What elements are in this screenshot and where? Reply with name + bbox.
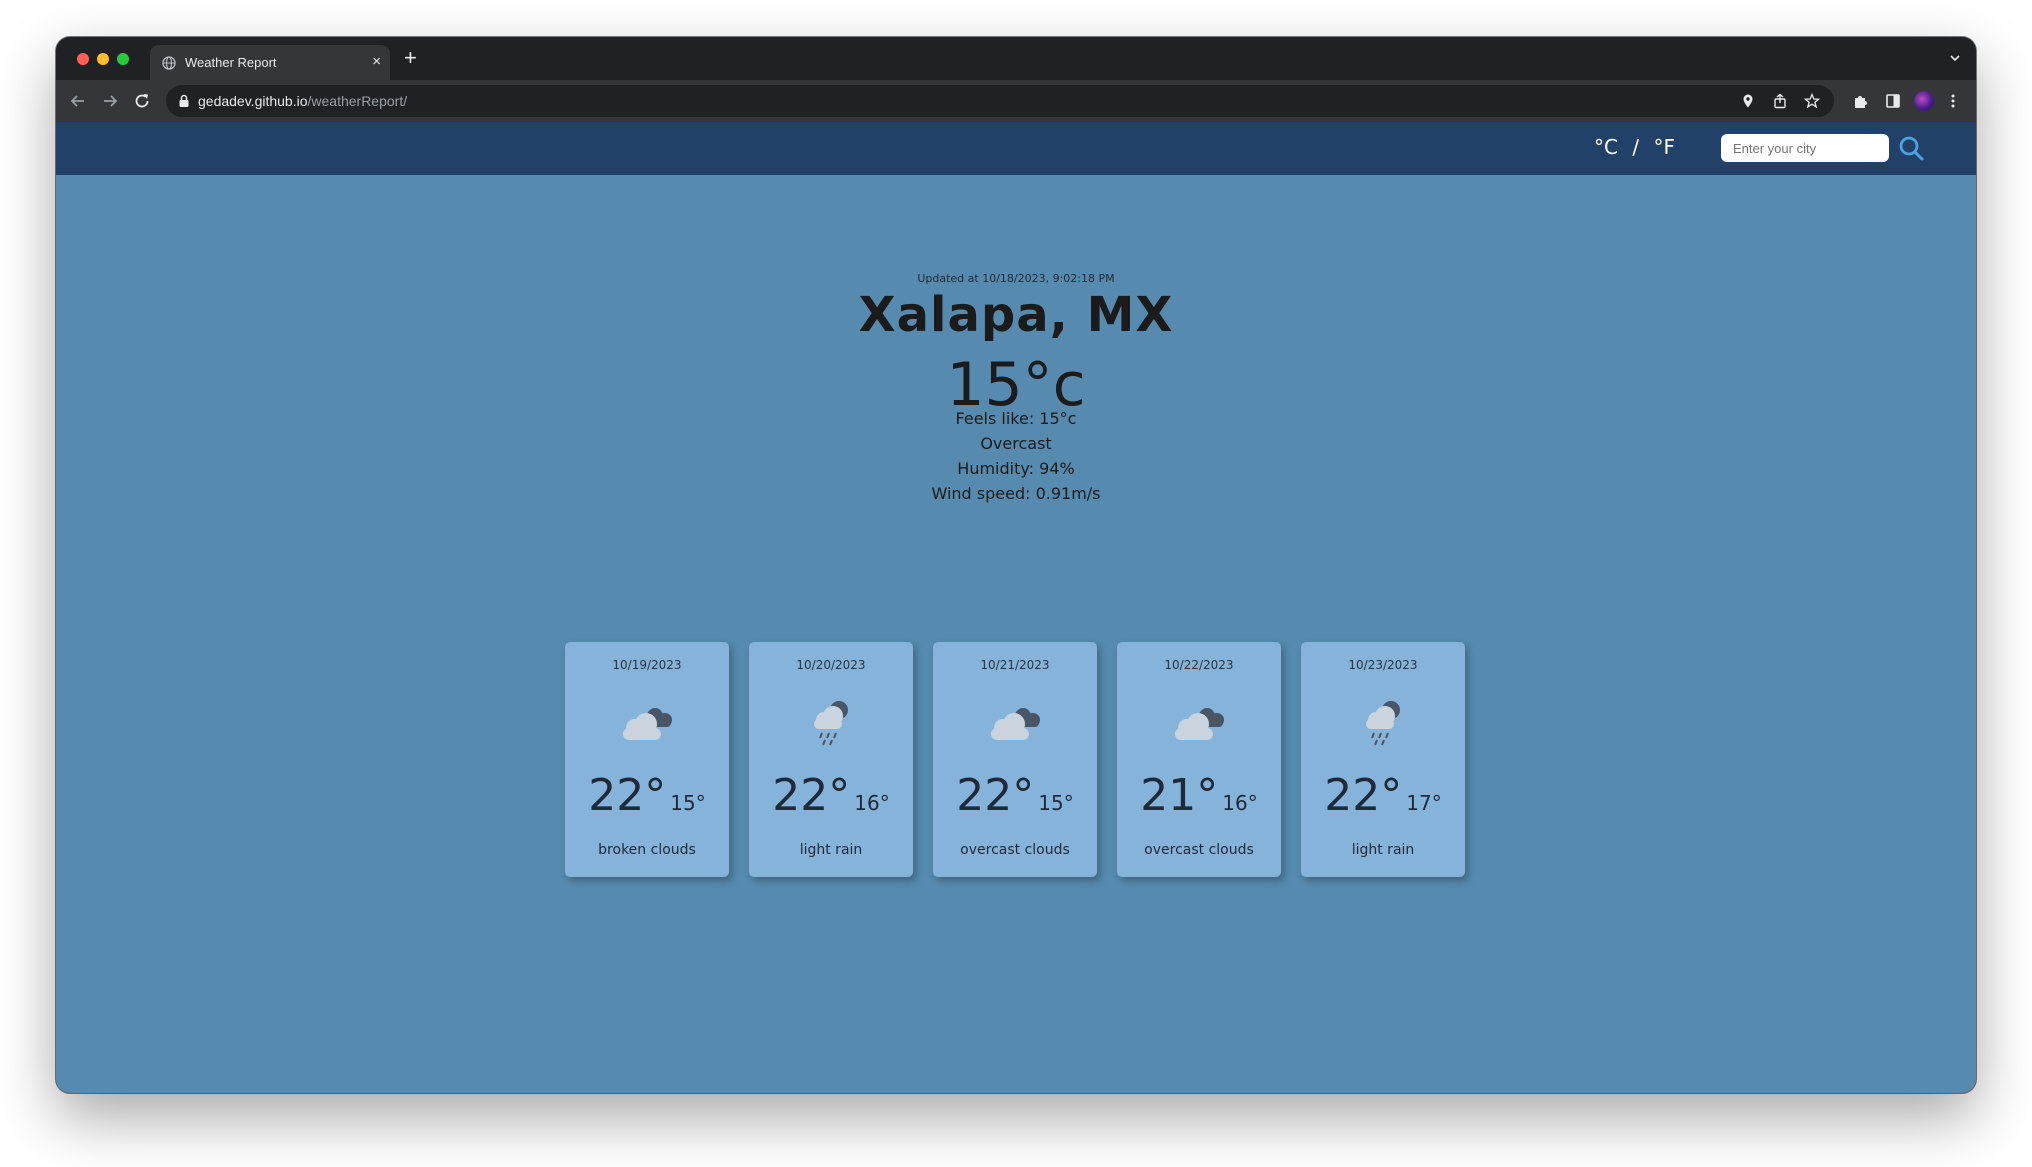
forecast-min: 16° bbox=[1222, 791, 1258, 815]
forecast-max: 21° bbox=[1140, 770, 1219, 821]
forecast-description: broken clouds bbox=[598, 842, 696, 858]
forecast-list: 10/19/2023 22° 15° broken clouds 10/20/20… bbox=[565, 642, 1465, 877]
broken-clouds-icon bbox=[623, 708, 672, 740]
location-pin-icon[interactable] bbox=[1740, 93, 1756, 109]
browser-toolbar: gedadev.github.io/weatherReport/ bbox=[56, 80, 1976, 122]
forecast-date: 10/21/2023 bbox=[980, 658, 1050, 672]
share-icon[interactable] bbox=[1772, 93, 1788, 109]
unit-switch: °C / °F bbox=[1594, 135, 1675, 159]
close-window-button[interactable] bbox=[77, 53, 89, 65]
weather-details: Feels like: 15°c Overcast Humidity: 94% … bbox=[56, 406, 1976, 506]
reload-icon[interactable] bbox=[133, 92, 151, 110]
forecast-date: 10/23/2023 bbox=[1348, 658, 1418, 672]
forward-arrow-icon[interactable] bbox=[101, 92, 119, 110]
forecast-description: overcast clouds bbox=[1144, 842, 1254, 858]
feels-like: Feels like: 15°c bbox=[955, 409, 1077, 428]
forecast-card: 10/19/2023 22° 15° broken clouds bbox=[565, 642, 729, 877]
url-text: gedadev.github.io/weatherReport/ bbox=[198, 93, 407, 109]
new-tab-button[interactable]: + bbox=[404, 46, 417, 70]
tab-close-icon[interactable]: × bbox=[372, 54, 381, 70]
search-icon[interactable] bbox=[1898, 135, 1924, 161]
forecast-card: 10/20/2023 22° 16° light rain bbox=[749, 642, 913, 877]
overcast-clouds-icon bbox=[991, 708, 1040, 740]
forecast-temps: 22° 17° bbox=[1301, 770, 1465, 821]
forecast-date: 10/22/2023 bbox=[1164, 658, 1234, 672]
overcast-clouds-icon bbox=[1175, 708, 1224, 740]
bookmark-star-icon[interactable] bbox=[1804, 93, 1820, 109]
app-header: °C / °F bbox=[56, 122, 1976, 175]
forecast-max: 22° bbox=[956, 770, 1035, 821]
condition: Overcast bbox=[980, 434, 1052, 453]
updated-timestamp: Updated at 10/18/2023, 9:02:18 PM bbox=[917, 272, 1115, 285]
fahrenheit-toggle[interactable]: °F bbox=[1653, 135, 1675, 159]
forecast-max: 22° bbox=[772, 770, 851, 821]
light-rain-icon bbox=[814, 701, 848, 746]
address-bar[interactable]: gedadev.github.io/weatherReport/ bbox=[166, 85, 1834, 117]
forecast-description: light rain bbox=[799, 842, 863, 858]
city-search-input[interactable] bbox=[1721, 134, 1889, 162]
forecast-card: 10/22/2023 21° 16° overcast clouds bbox=[1117, 642, 1281, 877]
forecast-min: 15° bbox=[670, 791, 706, 815]
forecast-temps: 22° 15° bbox=[933, 770, 1097, 821]
forecast-temps: 22° 15° bbox=[565, 770, 729, 821]
forecast-temps: 22° 16° bbox=[749, 770, 913, 821]
city-name: Xalapa, MX bbox=[858, 287, 1174, 343]
browser-window: Weather Report × + gedadev.github.io/wea… bbox=[56, 37, 1976, 1093]
back-arrow-icon[interactable] bbox=[69, 92, 87, 110]
weather-page: °C / °F Updated at 10/18/2023, 9:02:18 P… bbox=[56, 122, 1976, 1093]
humidity: Humidity: 94% bbox=[957, 459, 1075, 478]
forecast-date: 10/19/2023 bbox=[612, 658, 682, 672]
chevron-down-icon[interactable] bbox=[1948, 51, 1962, 65]
forecast-max: 22° bbox=[588, 770, 667, 821]
forecast-description: overcast clouds bbox=[960, 842, 1070, 858]
tab-weather-report[interactable]: Weather Report × bbox=[150, 45, 390, 80]
url-path: /weatherReport/ bbox=[307, 93, 408, 109]
zoom-window-button[interactable] bbox=[117, 53, 129, 65]
globe-icon bbox=[162, 56, 176, 70]
forecast-card: 10/23/2023 22° 17° light rain bbox=[1301, 642, 1465, 877]
lock-icon bbox=[179, 94, 189, 107]
tab-title: Weather Report bbox=[185, 55, 277, 70]
url-host: gedadev.github.io bbox=[198, 93, 308, 109]
tab-strip: Weather Report × + bbox=[56, 37, 1976, 80]
side-panel-icon[interactable] bbox=[1884, 92, 1902, 110]
light-rain-icon bbox=[1366, 701, 1400, 746]
forecast-min: 15° bbox=[1038, 791, 1074, 815]
profile-avatar[interactable] bbox=[1914, 91, 1934, 111]
forecast-min: 16° bbox=[854, 791, 890, 815]
more-menu-icon[interactable] bbox=[1944, 92, 1962, 110]
celsius-toggle[interactable]: °C bbox=[1594, 135, 1618, 159]
forecast-date: 10/20/2023 bbox=[796, 658, 866, 672]
forecast-min: 17° bbox=[1406, 791, 1442, 815]
unit-separator: / bbox=[1632, 135, 1640, 159]
minimize-window-button[interactable] bbox=[97, 53, 109, 65]
forecast-temps: 21° 16° bbox=[1117, 770, 1281, 821]
forecast-card: 10/21/2023 22° 15° overcast clouds bbox=[933, 642, 1097, 877]
wind-speed: Wind speed: 0.91m/s bbox=[931, 484, 1101, 503]
forecast-max: 22° bbox=[1324, 770, 1403, 821]
forecast-description: light rain bbox=[1351, 842, 1415, 858]
extensions-puzzle-icon[interactable] bbox=[1852, 92, 1870, 110]
